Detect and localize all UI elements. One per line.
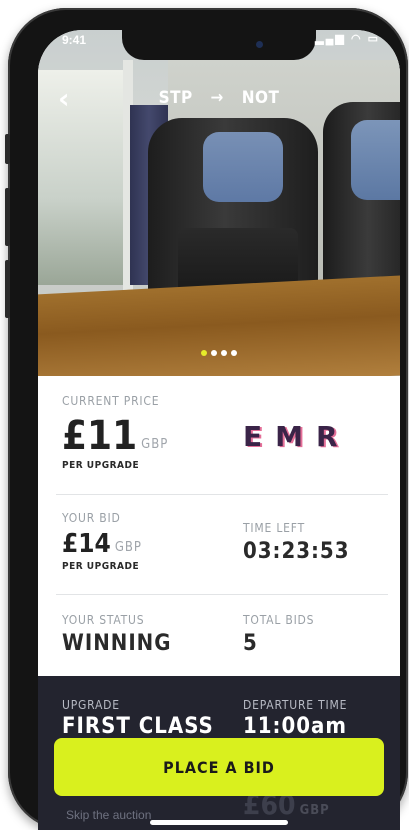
status-time: 9:41 [62,33,87,47]
seat-front [148,118,318,308]
seat-photo [38,30,400,376]
auction-info: CURRENT PRICE £11 GBP PER UPGRADE EMR YO… [38,376,400,676]
volume-down-button [5,260,10,318]
skip-auction-link[interactable]: Skip the auction [66,808,151,822]
per-upgrade-label: PER UPGRADE [62,561,140,572]
upgrade-label: UPGRADE [62,698,120,712]
carousel-dot[interactable] [201,350,207,356]
place-bid-button[interactable]: PLACE A BID [54,738,384,796]
nav-bar: ‹ STP → NOT [38,82,400,115]
current-price-row: CURRENT PRICE £11 GBP PER UPGRADE EMR [38,376,400,494]
signal-wifi-battery-icon: ▂▄▆ ◠ ▭ [315,33,380,45]
currency-label: GBP [299,803,330,818]
currency-label: GBP [141,437,169,452]
operator-logo: EMR [243,420,351,453]
carousel-dot[interactable] [221,350,227,356]
time-left-value: 03:23:53 [243,539,350,564]
your-status-label: YOUR STATUS [62,613,145,627]
departure-time-value: 11:00am [243,714,347,739]
current-price-amount: £11 [62,413,138,459]
carousel-dots[interactable] [38,341,400,360]
destination-station: NOT [241,88,280,108]
upgrade-value: FIRST CLASS [62,714,214,739]
carousel-dot[interactable] [211,350,217,356]
total-bids-value: 5 [243,631,258,656]
carousel-dot[interactable] [231,350,237,356]
your-bid-amount: £14 [62,529,111,559]
phone-frame: 9:41 ▂▄▆ ◠ ▭ ‹ STP → NOT CURRENT PRICE £… [5,8,408,830]
volume-up-button [5,188,10,246]
seat-headrest [351,120,400,200]
bid-row: YOUR BID £14 GBP PER UPGRADE TIME LEFT 0… [38,495,400,594]
origin-station: STP [158,88,193,108]
your-status-value: WINNING [62,631,172,656]
status-row: YOUR STATUS WINNING TOTAL BIDS 5 [38,595,400,675]
wooden-table [38,274,400,376]
route-title: STP → NOT [38,88,400,108]
time-left-label: TIME LEFT [243,521,305,535]
currency-label: GBP [114,540,142,555]
total-bids-label: TOTAL BIDS [243,613,315,627]
seat-headrest [203,132,283,202]
per-upgrade-label: PER UPGRADE [62,460,140,471]
status-bar: 9:41 ▂▄▆ ◠ ▭ [38,30,400,70]
current-price-label: CURRENT PRICE [62,394,160,408]
home-indicator[interactable] [150,820,288,825]
arrow-right-icon: → [210,88,224,108]
your-bid-label: YOUR BID [62,511,121,525]
mute-switch [5,134,10,164]
screen: 9:41 ▂▄▆ ◠ ▭ ‹ STP → NOT CURRENT PRICE £… [38,30,400,830]
departure-time-label: DEPARTURE TIME [243,698,348,712]
